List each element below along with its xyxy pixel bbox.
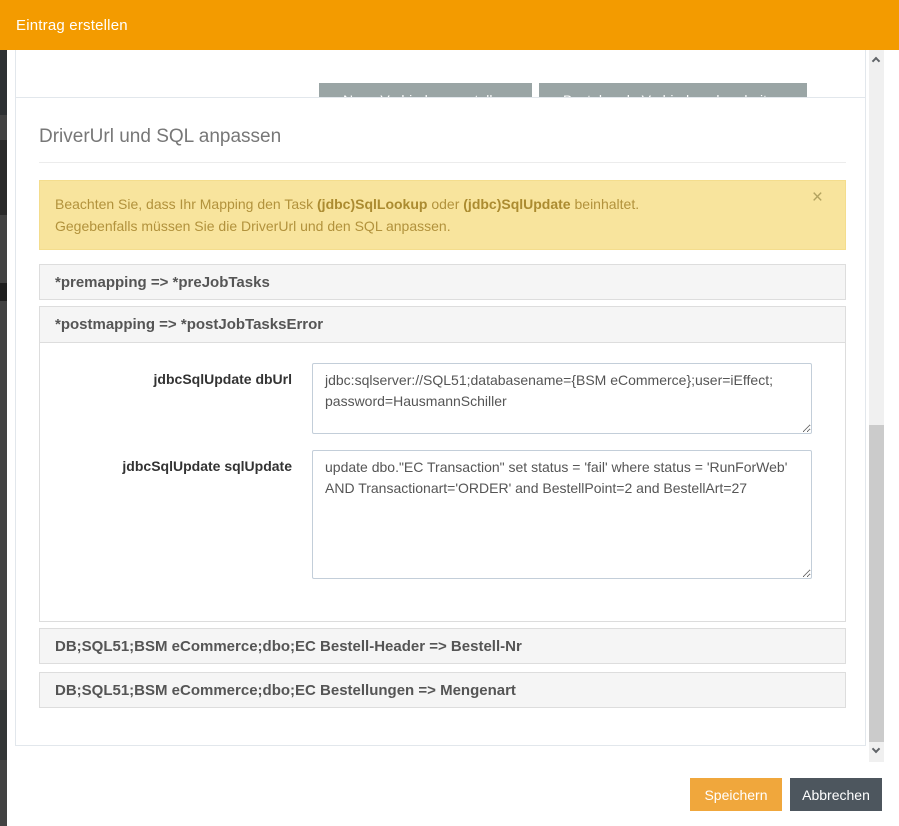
modal-header: Eintrag erstellen	[0, 0, 899, 50]
alert-task-name: (jdbc)SqlLookup	[317, 196, 427, 212]
chevron-down-icon	[872, 745, 880, 753]
dburl-textarea[interactable]: jdbc:sqlserver://SQL51;databasename={BSM…	[312, 363, 812, 434]
accordion-postmapping-body: jdbcSqlUpdate dbUrl jdbc:sqlserver://SQL…	[40, 343, 845, 621]
page-background-strip	[0, 0, 7, 826]
scrollbar-up-button[interactable]	[869, 50, 884, 70]
alert-text: oder	[427, 196, 463, 212]
background-segment	[0, 283, 7, 301]
accordion-bestellungen[interactable]: DB;SQL51;BSM eCommerce;dbo;EC Bestellung…	[39, 672, 846, 708]
alert-text: beinhaltet.	[571, 196, 640, 212]
modal-dialog: Eintrag erstellen Neue Verbindung erstel…	[0, 0, 899, 826]
form-row-sqlupdate: jdbcSqlUpdate sqlUpdate update dbo."EC T…	[40, 450, 845, 579]
save-button[interactable]: Speichern	[690, 778, 782, 811]
driverurl-sql-panel: DriverUrl und SQL anpassen × Beachten Si…	[15, 97, 866, 746]
chevron-up-icon	[872, 57, 880, 65]
modal-title: Eintrag erstellen	[16, 17, 128, 34]
section-title: DriverUrl und SQL anpassen	[39, 126, 846, 148]
form-row-dburl: jdbcSqlUpdate dbUrl jdbc:sqlserver://SQL…	[40, 363, 845, 434]
modal-body: Neue Verbindung erstellen Bestehende Ver…	[7, 50, 884, 762]
background-segment	[0, 690, 7, 760]
alert-text: Beachten Sie, dass Ihr Mapping den Task	[55, 196, 317, 212]
warning-alert: × Beachten Sie, dass Ihr Mapping den Tas…	[39, 180, 846, 250]
scrollbar-down-button[interactable]	[869, 742, 884, 762]
sqlupdate-textarea[interactable]: update dbo."EC Transaction" set status =…	[312, 450, 812, 579]
modal-scrollbar[interactable]	[869, 50, 884, 762]
accordion-bestell-header[interactable]: DB;SQL51;BSM eCommerce;dbo;EC Bestell-He…	[39, 628, 846, 664]
dburl-label: jdbcSqlUpdate dbUrl	[40, 363, 312, 434]
alert-line-2: Gegebenfalls müssen Sie die DriverUrl un…	[55, 215, 805, 237]
background-segment	[0, 140, 7, 215]
accordion-premapping[interactable]: *premapping => *preJobTasks	[39, 264, 846, 300]
alert-line-1: Beachten Sie, dass Ihr Mapping den Task …	[55, 193, 805, 215]
alert-task-name: (jdbc)SqlUpdate	[463, 196, 570, 212]
section-divider	[39, 162, 846, 163]
section-content: DriverUrl und SQL anpassen × Beachten Si…	[39, 98, 846, 708]
sqlupdate-label: jdbcSqlUpdate sqlUpdate	[40, 450, 312, 579]
cancel-button[interactable]: Abbrechen	[790, 778, 882, 811]
scrollbar-thumb[interactable]	[869, 425, 884, 745]
alert-close-icon[interactable]: ×	[812, 188, 823, 207]
accordion-postmapping-panel: *postmapping => *postJobTasksError jdbcS…	[39, 306, 846, 622]
accordion-postmapping[interactable]: *postmapping => *postJobTasksError	[40, 307, 845, 343]
